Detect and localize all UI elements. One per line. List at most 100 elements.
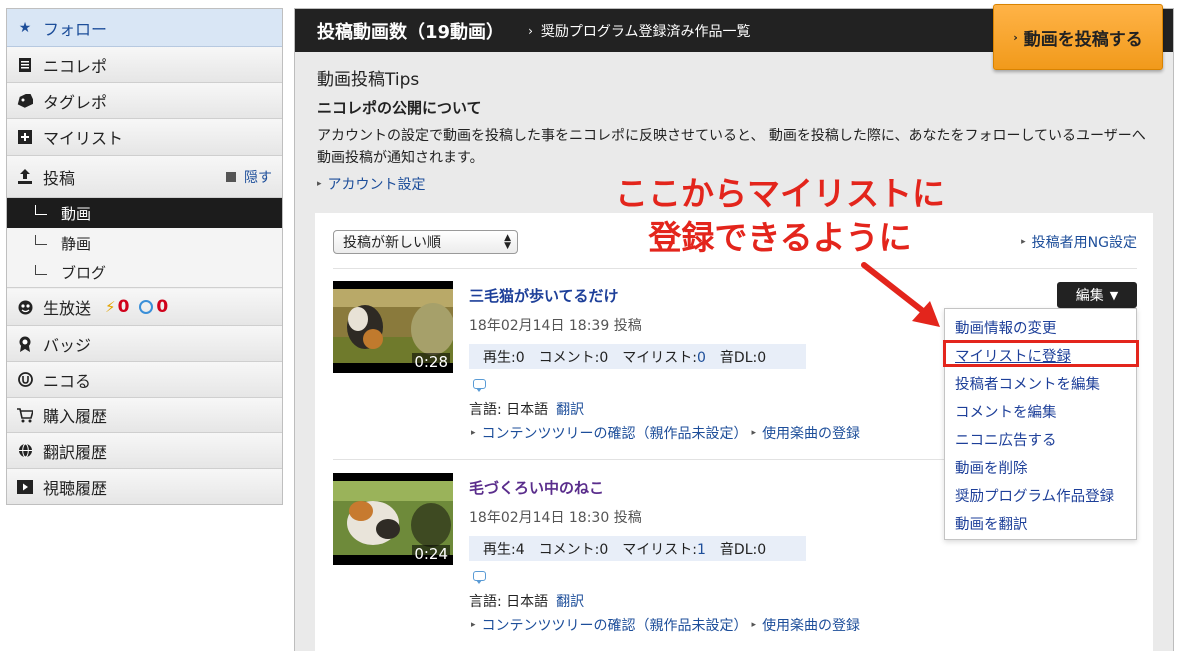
post-video-button[interactable]: › 動画を投稿する: [993, 4, 1163, 70]
video-title-link[interactable]: 毛づくろい中のねこ: [469, 477, 604, 498]
video-thumbnail[interactable]: 0:24: [333, 473, 453, 565]
content-tree-link[interactable]: コンテンツツリーの確認（親作品未設定）: [482, 615, 748, 635]
sidebar-subitem-blog[interactable]: ブログ: [7, 258, 282, 288]
sidebar-item-nicoru[interactable]: ニコる: [7, 362, 282, 398]
video-title-link[interactable]: 三毛猫が歩いてるだけ: [469, 285, 619, 306]
subitem-label: ブログ: [61, 264, 107, 282]
register-music-link[interactable]: 使用楽曲の登録: [762, 615, 860, 635]
register-music-link[interactable]: 使用楽曲の登録: [762, 423, 860, 443]
bolt-icon: ⚡: [105, 298, 116, 316]
menu-item-edit-info[interactable]: 動画情報の変更: [955, 317, 1057, 338]
chevron-right-icon: ›: [1013, 30, 1018, 44]
chevron-right-icon: ▸: [471, 620, 476, 630]
sidebar-item-translate[interactable]: 翻訳履歴: [7, 433, 282, 469]
tree-elbow-icon: [35, 264, 47, 275]
sort-select[interactable]: 投稿が新しい順 ▲ ▼: [333, 230, 518, 254]
video-links: ▸ コンテンツツリーの確認（親作品未設定） ▸ 使用楽曲の登録: [467, 615, 860, 635]
sidebar-item-label: 視聴履歴: [43, 478, 108, 498]
live-counts: ⚡ 0 0: [105, 297, 178, 317]
globe-icon: [17, 443, 33, 459]
play-stat: 再生:4: [483, 541, 525, 558]
sidebar-subitem-image[interactable]: 静画: [7, 228, 282, 258]
sidebar-item-nicorepo[interactable]: ニコレポ: [7, 47, 282, 83]
sidebar-item-label: バッジ: [43, 335, 92, 355]
sidebar-item-label: ニコレポ: [43, 56, 108, 76]
badge-icon: [17, 336, 33, 352]
incentive-list-label: 奨励プログラム登録済み作品一覧: [540, 23, 751, 40]
account-settings-link[interactable]: ▸ アカウント設定: [317, 174, 426, 194]
sidebar-item-purchase[interactable]: 購入履歴: [7, 398, 282, 433]
menu-item-delete[interactable]: 動画を削除: [955, 457, 1028, 478]
tips-text: アカウントの設定で動画を投稿した事をニコレポに反映させていると、 動画を投稿した…: [317, 128, 1146, 166]
video-stats: 再生:0 コメント:0 マイリスト:0 音DL:0: [469, 344, 806, 369]
subitem-label: 動画: [61, 204, 92, 223]
sidebar-item-tagrepo[interactable]: タグレポ: [7, 83, 282, 119]
content-tree-link[interactable]: コンテンツツリーの確認（親作品未設定）: [482, 423, 748, 443]
sidebar-item-label: マイリスト: [43, 129, 124, 148]
menu-item-edit-comment[interactable]: コメントを編集: [955, 401, 1057, 422]
comment-stat: コメント:0: [538, 541, 609, 558]
mylist-count-link[interactable]: 0: [697, 350, 706, 366]
page-title: 投稿動画数（19動画）: [317, 21, 505, 43]
menu-item-nicoad[interactable]: ニコニ広告する: [955, 429, 1057, 450]
mylist-count-link[interactable]: 1: [697, 542, 706, 558]
document-icon: [17, 57, 33, 73]
annotation-highlight-box: [943, 340, 1139, 367]
play-stat: 再生:0: [483, 349, 525, 366]
menu-item-translate[interactable]: 動画を翻訳: [955, 513, 1028, 534]
sidebar-item-label: 翻訳履歴: [43, 442, 108, 462]
video-date: 18年02月14日 18:30 投稿: [469, 510, 642, 526]
sidebar-item-badge[interactable]: バッジ: [7, 326, 282, 362]
mylist-stat: マイリスト:0: [622, 349, 706, 366]
chevron-right-icon: ▸: [751, 620, 757, 630]
mylist-icon: [17, 129, 33, 145]
hide-label: 隠す: [244, 169, 272, 186]
video-thumbnail[interactable]: 0:28: [333, 281, 453, 373]
menu-item-edit-owner-comment[interactable]: 投稿者コメントを編集: [955, 373, 1100, 394]
comment-stat: コメント:0: [538, 349, 609, 366]
video-stats: 再生:4 コメント:0 マイリスト:1 音DL:0: [469, 536, 806, 561]
sidebar-item-post[interactable]: 投稿 隠す: [7, 156, 282, 198]
nicoru-icon: [17, 372, 33, 388]
sidebar-item-mylist[interactable]: マイリスト: [7, 119, 282, 156]
video-language: 言語: 日本語 翻訳: [469, 591, 584, 611]
translate-link[interactable]: 翻訳: [556, 402, 584, 418]
language-label: 言語: 日本語: [469, 402, 549, 418]
sidebar-item-label: タグレポ: [43, 92, 108, 112]
hide-link[interactable]: 隠す: [226, 167, 272, 187]
audio-dl-stat: 音DL:0: [719, 541, 767, 558]
tree-elbow-icon: [35, 235, 47, 245]
sidebar-item-label: フォロー: [43, 19, 108, 39]
ng-settings-link[interactable]: ▸ 投稿者用NG設定: [1021, 232, 1137, 252]
subitem-label: 静画: [61, 234, 92, 253]
comment-bubble-icon[interactable]: [473, 379, 486, 392]
edit-button[interactable]: 編集 ▼: [1057, 282, 1137, 308]
chevron-right-icon: ▸: [317, 179, 322, 189]
sidebar-item-label: 投稿: [43, 168, 76, 188]
comment-bubble-icon[interactable]: [473, 571, 486, 584]
sidebar-item-live[interactable]: 生放送 ⚡ 0 0: [7, 289, 282, 326]
caret-down-icon: ▼: [1109, 288, 1119, 302]
chevron-right-icon: ▸: [471, 428, 476, 438]
bolt-count: 0: [117, 297, 130, 317]
chevron-right-icon: ›: [528, 23, 533, 38]
menu-item-incentive[interactable]: 奨励プログラム作品登録: [955, 485, 1114, 506]
sidebar: ★ フォロー ニコレポ タグレポ マイリスト 投稿 隠す 動画 静画 ブログ 生…: [6, 8, 283, 505]
sidebar-item-label: 購入履歴: [43, 407, 108, 426]
sidebar-item-follow[interactable]: ★ フォロー: [7, 9, 282, 47]
sidebar-item-history[interactable]: 視聴履歴: [7, 469, 282, 504]
annotation-line: ここからマイリストに: [615, 174, 945, 213]
select-arrows-icon: ▲ ▼: [504, 233, 511, 251]
tips-title: 動画投稿Tips: [317, 70, 420, 90]
tips-subtitle: ニコレポの公開について: [317, 99, 482, 117]
collapse-icon: [226, 171, 236, 182]
video-date: 18年02月14日 18:39 投稿: [469, 318, 642, 334]
translate-link[interactable]: 翻訳: [556, 594, 584, 610]
sidebar-subitem-video[interactable]: 動画: [7, 198, 282, 228]
incentive-list-link[interactable]: › 奨励プログラム登録済み作品一覧: [528, 21, 750, 41]
annotation-arrow-icon: [861, 262, 940, 327]
video-duration: 0:28: [412, 353, 450, 371]
live-icon: [17, 299, 33, 315]
star-icon: ★: [18, 19, 32, 36]
cat-thumbnail-image: [333, 481, 453, 555]
